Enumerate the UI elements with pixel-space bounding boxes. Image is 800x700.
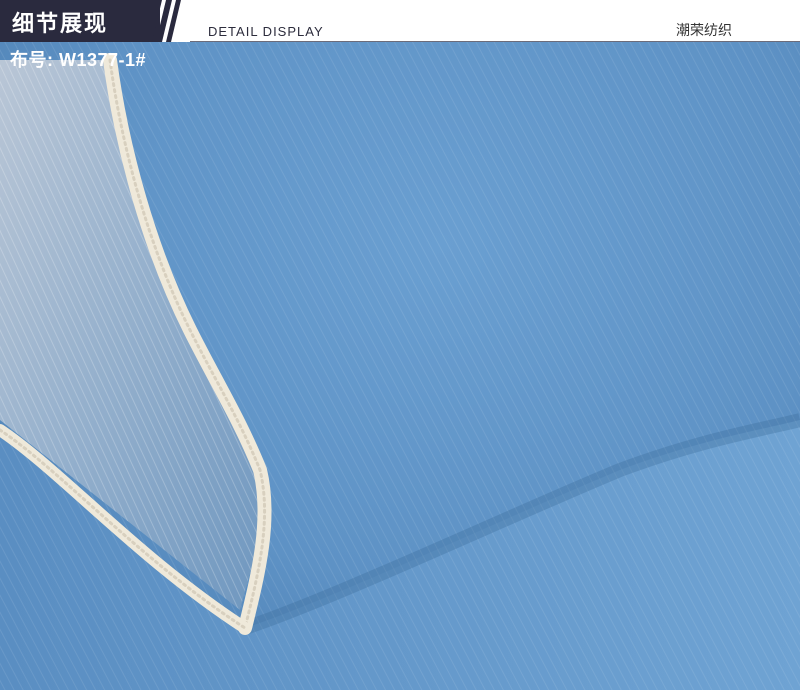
brand-name: 潮荣纺织 <box>676 23 732 39</box>
fabric-code-label: 布号: W1377-1# <box>10 50 147 70</box>
bottom-border <box>0 690 800 700</box>
denim-fabric-photo <box>0 0 800 700</box>
section-title: 细节展现 <box>12 12 109 37</box>
header-divider <box>190 41 800 42</box>
product-detail-image: 细节展现 DETAIL DISPLAY 潮荣纺织 布号: W1377-1# <box>0 0 800 700</box>
title-stripes-decoration <box>150 0 181 42</box>
section-subtitle: DETAIL DISPLAY <box>208 24 324 39</box>
